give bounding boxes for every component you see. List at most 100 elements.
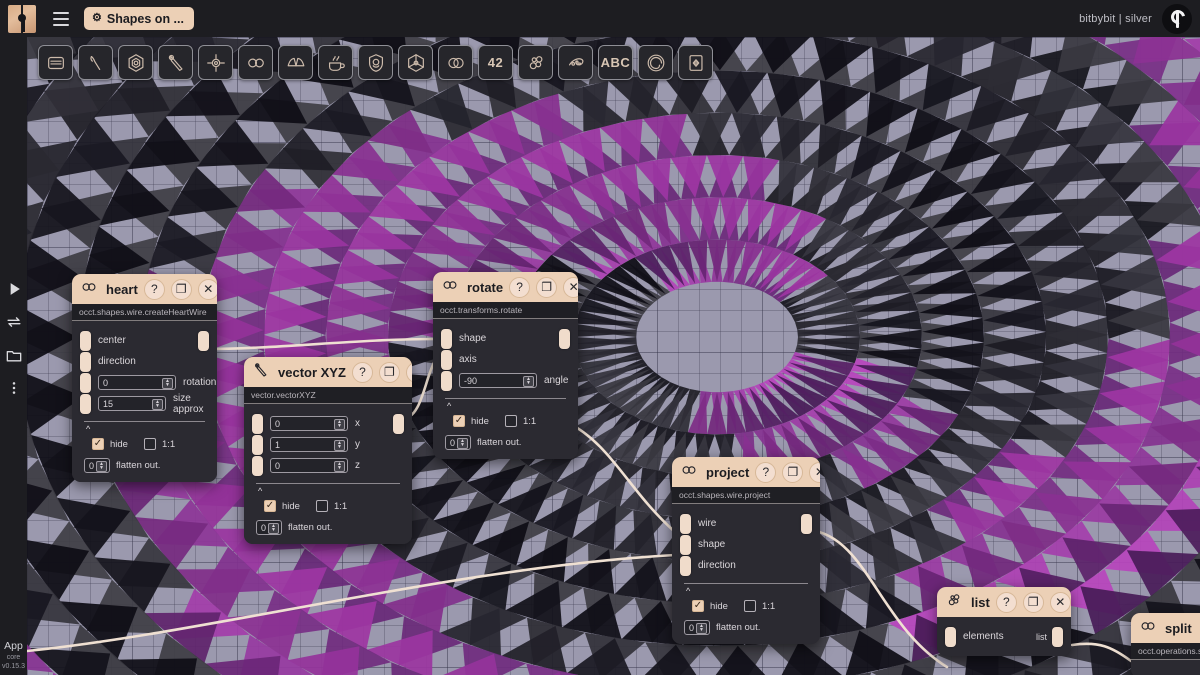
stepper-icon[interactable]: ▲ ▼ bbox=[334, 418, 345, 430]
node-help-button[interactable]: ? bbox=[995, 591, 1017, 613]
ratio-checkbox[interactable] bbox=[743, 600, 756, 612]
node-close-button[interactable]: ✕ bbox=[197, 278, 217, 300]
node-help-button[interactable]: ? bbox=[755, 461, 777, 483]
input-port-x[interactable] bbox=[252, 413, 263, 434]
node-header-heart[interactable]: heart? ❐ ✕ bbox=[72, 274, 217, 304]
hide-checkbox[interactable] bbox=[453, 415, 465, 427]
stepper-icon[interactable]: ▲ ▼ bbox=[457, 437, 468, 449]
tool-transform[interactable] bbox=[198, 45, 233, 80]
input-port-angle[interactable] bbox=[441, 370, 452, 391]
node-vector-xyz[interactable]: vector XYZ?❐✕vector.vectorXYZ0▲▼x1▲▼y0▲▼… bbox=[244, 357, 412, 544]
output-port[interactable] bbox=[1052, 626, 1063, 647]
chevron-up-icon[interactable]: ^ bbox=[72, 422, 217, 434]
tool-curve[interactable] bbox=[638, 45, 673, 80]
hamburger-menu-icon[interactable] bbox=[48, 6, 74, 32]
tool-manifold[interactable] bbox=[318, 45, 353, 80]
more-button[interactable] bbox=[0, 372, 27, 405]
input-number-field[interactable]: 0 ▲ ▼ bbox=[270, 458, 348, 473]
output-port[interactable] bbox=[801, 513, 812, 534]
tool-polyline[interactable] bbox=[558, 45, 593, 80]
input-port-direction[interactable] bbox=[80, 351, 91, 372]
node-split[interactable]: split occt.operations.split5 bbox=[1131, 613, 1200, 675]
node-close-button[interactable]: ✕ bbox=[1049, 591, 1071, 613]
output-port[interactable] bbox=[393, 413, 404, 434]
input-port-wire[interactable] bbox=[680, 513, 691, 534]
flatten-field[interactable]: 0 ▲ ▼ bbox=[256, 520, 282, 535]
folder-button[interactable] bbox=[0, 339, 27, 372]
tool-boolean[interactable] bbox=[438, 45, 473, 80]
node-close-button[interactable]: ✕ bbox=[809, 461, 820, 483]
input-port-rotation[interactable] bbox=[80, 372, 91, 393]
node-header-project[interactable]: project? ❐ ✕ bbox=[672, 457, 820, 487]
stepper-icon[interactable]: ▲ ▼ bbox=[151, 398, 163, 410]
avatar[interactable] bbox=[1162, 3, 1192, 34]
input-number-field[interactable]: 1 ▲ ▼ bbox=[270, 437, 348, 452]
input-port-shape[interactable] bbox=[441, 328, 452, 349]
node-duplicate-button[interactable]: ❐ bbox=[170, 278, 192, 300]
tool-asset[interactable] bbox=[678, 45, 713, 80]
node-close-button[interactable]: ✕ bbox=[405, 361, 412, 383]
stepper-icon[interactable]: ▲ ▼ bbox=[696, 622, 707, 634]
tool-math[interactable]: 42 bbox=[478, 45, 513, 80]
sync-button[interactable] bbox=[0, 306, 27, 339]
chevron-up-icon[interactable]: ^ bbox=[433, 399, 578, 411]
node-duplicate-button[interactable]: ❐ bbox=[378, 361, 400, 383]
flatten-field[interactable]: 0 ▲ ▼ bbox=[445, 435, 471, 450]
node-duplicate-button[interactable]: ❐ bbox=[1022, 591, 1044, 613]
input-port-axis[interactable] bbox=[441, 349, 452, 370]
tool-vector[interactable] bbox=[158, 45, 193, 80]
stepper-icon[interactable]: ▲ ▼ bbox=[96, 460, 107, 472]
tool-base[interactable] bbox=[38, 45, 73, 80]
input-port-direction[interactable] bbox=[680, 555, 691, 576]
node-help-button[interactable]: ? bbox=[351, 361, 373, 383]
input-port-elements[interactable] bbox=[945, 626, 956, 647]
node-heart[interactable]: heart? ❐ ✕ occt.shapes.wire.createHeartWire… bbox=[72, 274, 217, 482]
node-header-list[interactable]: list? ❐ ✕ bbox=[937, 587, 1071, 617]
output-port[interactable] bbox=[198, 330, 209, 351]
tool-three[interactable] bbox=[398, 45, 433, 80]
input-number-field[interactable]: 0 ▲ ▼ bbox=[270, 416, 348, 431]
input-port-size-approx[interactable] bbox=[80, 393, 91, 414]
tool-occt[interactable] bbox=[238, 45, 273, 80]
input-number-field[interactable]: -90 ▲ ▼ bbox=[459, 373, 537, 388]
stepper-icon[interactable]: ▲ ▼ bbox=[523, 375, 534, 387]
input-number-field[interactable]: 0 ▲ ▼ bbox=[98, 375, 176, 390]
node-list[interactable]: list? ❐ ✕ elements list bbox=[937, 587, 1071, 656]
stepper-icon[interactable]: ▲ ▼ bbox=[162, 377, 173, 389]
project-title-chip[interactable]: ⚙ Shapes on ... bbox=[84, 7, 194, 30]
input-port-z[interactable] bbox=[252, 455, 263, 476]
ratio-checkbox[interactable] bbox=[143, 438, 156, 450]
input-number-field[interactable]: 15 ▲ ▼ bbox=[98, 396, 166, 411]
flatten-field[interactable]: 0 ▲ ▼ bbox=[684, 620, 710, 635]
stepper-icon[interactable]: ▲ ▼ bbox=[334, 460, 345, 472]
stepper-icon[interactable]: ▲ ▼ bbox=[334, 439, 345, 451]
node-header-vector-xyz[interactable]: vector XYZ?❐✕ bbox=[244, 357, 412, 387]
node-help-button[interactable]: ? bbox=[509, 276, 531, 298]
node-duplicate-button[interactable]: ❐ bbox=[782, 461, 804, 483]
tool-babylon[interactable] bbox=[358, 45, 393, 80]
node-help-button[interactable]: ? bbox=[143, 278, 165, 300]
tool-shapes[interactable] bbox=[118, 45, 153, 80]
flatten-field[interactable]: 0 ▲ ▼ bbox=[84, 458, 110, 473]
input-port-y[interactable] bbox=[252, 434, 263, 455]
ratio-checkbox[interactable] bbox=[315, 500, 328, 512]
tool-draw[interactable] bbox=[78, 45, 113, 80]
node-rotate[interactable]: rotate? ❐ ✕ occt.transforms.rotate shape axis… bbox=[433, 272, 578, 459]
stepper-icon[interactable]: ▲ ▼ bbox=[268, 522, 279, 534]
input-port-shape[interactable] bbox=[680, 534, 691, 555]
output-port[interactable] bbox=[559, 328, 570, 349]
node-header-split[interactable]: split bbox=[1131, 613, 1200, 643]
tool-text[interactable]: ABC bbox=[598, 45, 633, 80]
node-duplicate-button[interactable]: ❐ bbox=[536, 276, 558, 298]
tool-point[interactable] bbox=[518, 45, 553, 80]
node-project[interactable]: project? ❐ ✕ occt.shapes.wire.project wire sh… bbox=[672, 457, 820, 644]
hide-checkbox[interactable] bbox=[692, 600, 704, 612]
ratio-checkbox[interactable] bbox=[504, 415, 517, 427]
node-header-rotate[interactable]: rotate? ❐ ✕ bbox=[433, 272, 578, 302]
node-close-button[interactable]: ✕ bbox=[563, 276, 578, 298]
chevron-up-icon[interactable]: ^ bbox=[672, 584, 820, 596]
input-port-center[interactable] bbox=[80, 330, 91, 351]
hide-checkbox[interactable] bbox=[92, 438, 104, 450]
run-button[interactable] bbox=[0, 273, 27, 306]
chevron-up-icon[interactable]: ^ bbox=[244, 484, 412, 496]
